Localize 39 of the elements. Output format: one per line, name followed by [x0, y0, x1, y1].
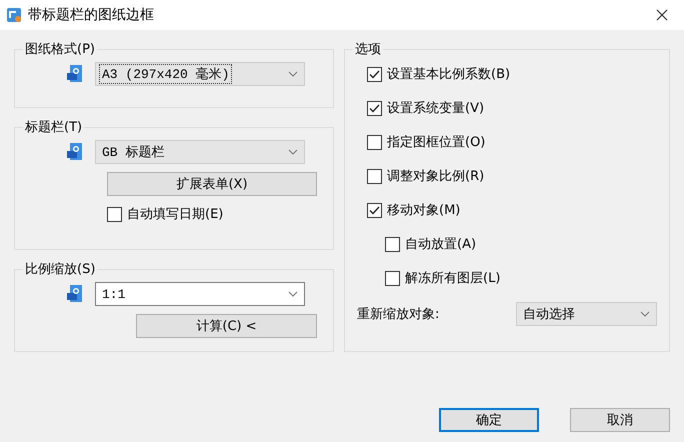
calculate-button[interactable]: 计算(C) < — [136, 314, 317, 338]
group-title: 比例缩放(S) — [24, 261, 96, 278]
combo-field[interactable]: 1:1 — [95, 282, 305, 306]
group-title: 选项 — [354, 41, 382, 58]
chevron-down-icon — [288, 149, 298, 155]
group-title: 标题栏(T) — [24, 119, 84, 136]
rescale-label: 重新缩放对象: — [357, 306, 440, 323]
document-icon — [67, 285, 83, 303]
dialog-button[interactable]: 取消 — [570, 408, 670, 432]
dialog-button[interactable]: 确定 — [439, 408, 539, 432]
dropdown[interactable]: GB 标题栏 — [95, 140, 305, 164]
checkbox-label: 自动填写日期(E) — [127, 206, 224, 223]
checkbox[interactable] — [107, 206, 122, 222]
window-title: 带标题栏的图纸边框 — [28, 6, 155, 24]
checkbox-label: 调整对象比例(R) — [387, 168, 484, 185]
chevron-down-icon — [288, 291, 298, 297]
document-icon — [67, 65, 83, 83]
checkbox-label: 解冻所有图层(L) — [405, 270, 500, 287]
group-title: 图纸格式(P) — [24, 41, 96, 58]
checkbox[interactable] — [367, 134, 382, 150]
checkbox-label: 自动放置(A) — [405, 236, 476, 253]
close-icon[interactable] — [656, 9, 668, 21]
checkbox-label: 设置基本比例系数(B) — [387, 66, 510, 83]
dropdown[interactable]: 自动选择 — [516, 302, 657, 326]
checkbox-label: 指定图框位置(O) — [387, 134, 486, 151]
checkbox[interactable] — [385, 236, 400, 252]
chevron-down-icon — [640, 311, 650, 317]
dropdown[interactable]: A3 (297x420 毫米) — [95, 62, 305, 86]
document-icon — [67, 143, 83, 161]
checkbox[interactable] — [367, 202, 382, 218]
checkbox[interactable] — [367, 66, 382, 82]
checkbox-label: 设置系统变量(V) — [387, 100, 484, 117]
app-icon — [6, 7, 22, 23]
checkbox[interactable] — [367, 100, 382, 116]
checkbox-label: 移动对象(M) — [387, 202, 460, 219]
expand-form-button[interactable]: 扩展表单(X) — [107, 172, 317, 196]
checkbox[interactable] — [367, 168, 382, 184]
chevron-down-icon — [288, 71, 298, 77]
checkbox[interactable] — [385, 270, 400, 286]
